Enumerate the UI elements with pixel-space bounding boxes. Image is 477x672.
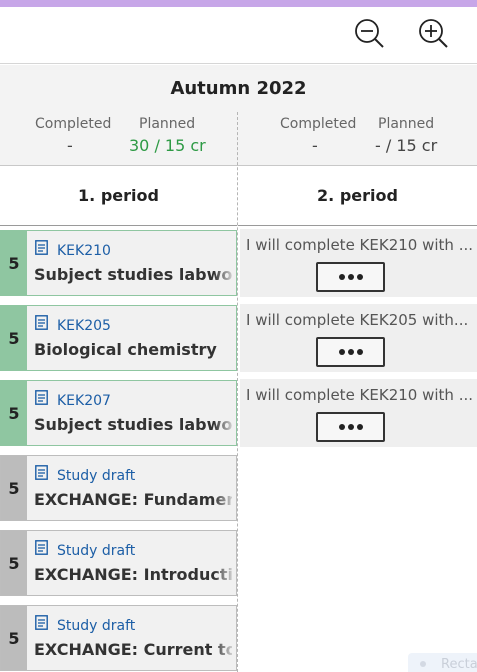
note-text: I will complete KEK210 with ... [246,236,474,254]
more-dots-icon [356,274,363,280]
period-label: 1. period [78,186,159,205]
note-text: I will complete KEK205 with... [246,311,469,329]
more-dots-icon [347,274,354,280]
document-icon [35,315,48,330]
course-code: Study draft [57,543,136,559]
top-accent-bar [0,0,477,7]
note-text: I will complete KEK210 with ... [246,386,474,404]
more-options-button[interactable] [316,262,385,292]
completion-note: I will complete KEK210 with ... [240,379,477,447]
more-options-button[interactable] [316,412,385,442]
course-name: Subject studies labworks [34,265,232,284]
text-fade [214,561,236,589]
more-dots-icon [356,424,363,430]
document-icon [35,390,48,405]
course-code: KEK205 [57,318,111,334]
planned-value: 30 / 15 cr [129,136,206,155]
course-name: EXCHANGE: Fundamentals [34,490,232,509]
more-dots-icon [356,349,363,355]
course-card[interactable]: 5 Study draft EXCHANGE: Fundamentals [0,455,237,521]
course-code: Study draft [57,468,136,484]
completed-value: - [67,136,73,155]
completion-note: I will complete KEK210 with ... [240,229,477,297]
zoom-out-button[interactable] [352,17,386,51]
more-dots-icon [347,349,354,355]
course-card[interactable]: 5 KEK207 Subject studies labworks [0,380,237,446]
completed-value: - [312,136,318,155]
more-dots-icon [338,424,345,430]
completed-label: Completed [280,116,357,132]
completion-note: I will complete KEK205 with... [240,304,477,372]
period-label: 2. period [317,186,398,205]
more-dots-icon [338,349,345,355]
legend-chip: Recta [408,653,477,672]
course-name: EXCHANGE: Current topics [34,640,232,659]
planned-value: - / 15 cr [375,136,438,155]
zoom-in-icon [419,19,448,48]
toolbar [0,7,477,64]
credits-badge: 5 [1,456,27,520]
zoom-in-button[interactable] [416,17,450,51]
course-name: Biological chemistry [34,340,217,359]
period-header-1: 1. period [0,167,237,226]
course-code: Study draft [57,618,136,634]
credits-badge: 5 [1,231,27,295]
course-card[interactable]: 5 KEK210 Subject studies labworks [0,230,237,296]
text-fade [214,486,236,514]
document-icon [35,465,48,480]
text-fade [214,261,236,289]
planned-label: Planned [139,116,196,132]
period-divider [237,112,238,672]
credits-badge: 5 [1,381,27,445]
course-card[interactable]: 5 Study draft EXCHANGE: Current topics [0,605,237,671]
credits-badge: 5 [1,606,27,670]
more-dots-icon [347,424,354,430]
credits-badge: 5 [1,531,27,595]
document-icon [35,240,48,255]
period-header-2: 2. period [238,167,477,226]
term-header: Autumn 2022 Completed - Planned 30 / 15 … [0,65,477,166]
course-name: EXCHANGE: Introduction [34,565,232,584]
zoom-out-icon [355,19,384,48]
text-fade [214,636,236,664]
completed-label: Completed [35,116,112,132]
legend-label: Recta [441,657,477,672]
document-icon [35,615,48,630]
course-code: KEK207 [57,393,111,409]
course-name: Subject studies labworks [34,415,232,434]
course-code: KEK210 [57,243,111,259]
more-dots-icon [338,274,345,280]
legend-dot-icon [420,661,426,667]
term-title: Autumn 2022 [170,78,307,99]
document-icon [35,540,48,555]
text-fade [214,411,236,439]
course-card[interactable]: 5 KEK205 Biological chemistry [0,305,237,371]
planned-label: Planned [378,116,435,132]
credits-badge: 5 [1,306,27,370]
more-options-button[interactable] [316,337,385,367]
course-card[interactable]: 5 Study draft EXCHANGE: Introduction [0,530,237,596]
